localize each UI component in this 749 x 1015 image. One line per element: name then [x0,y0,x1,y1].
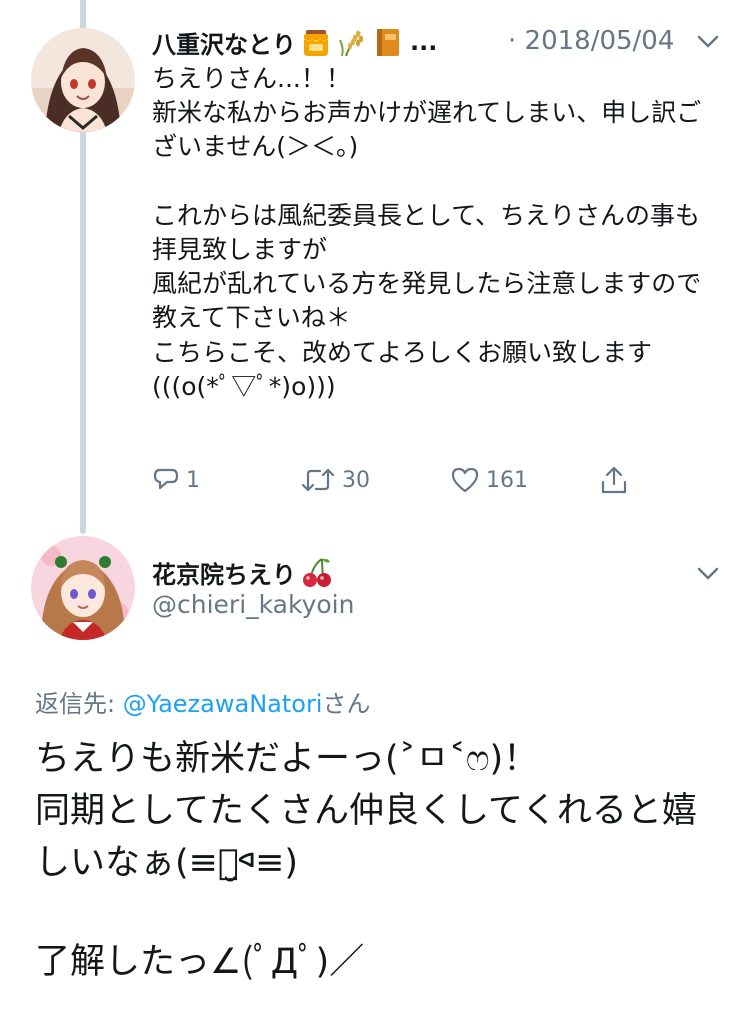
tweet2-author-row[interactable]: 花京院ちえり [152,555,334,589]
reply-count: 1 [186,467,200,493]
reply-button[interactable]: 1 [152,462,200,498]
tweet2-display-name[interactable]: 花京院ちえり [152,555,296,590]
reply-to-label: 返信先: [35,690,123,718]
avatar-illustration [31,536,135,640]
tweet1-text: ちえりさん...！！ 新米な私からお声かけが遅れてしまい、申し訳ございません(＞… [152,64,702,401]
reply-icon [153,468,179,490]
reply-to-line: 返信先: @YaezawaNatoriさん [35,684,370,719]
tweet2-handle[interactable]: @chieri_kakyoin [152,590,354,619]
tweet1-display-name[interactable]: 八重沢なとり [152,25,296,60]
avatar-chieri-kakyoin[interactable] [31,536,135,640]
name-truncation-ellipsis: ... [410,28,438,56]
rice-plant-icon [336,26,368,58]
retweet-button[interactable]: 30 [300,462,370,498]
heart-icon [451,467,479,493]
book-icon [372,26,404,58]
avatar-yaezawa-natori[interactable] [31,28,135,132]
cherries-icon [300,556,334,588]
tweet1-author-row[interactable]: 八重沢なとり ... [152,25,437,59]
tweet1-chevron-down-icon[interactable] [697,35,719,49]
tweet2-text-continued: 了解したっ∠(ﾟДﾟ)／ [35,942,365,982]
reply-to-suffix: さん [322,690,371,718]
tweet2-text: ちえりも新米だよーっ(˃ㅁ˂ෆ)！ 同期としてたくさん仲良くしてくれると嬉しいな… [35,739,697,883]
share-icon [601,466,627,494]
share-button[interactable] [598,462,630,498]
tweet1-timestamp[interactable]: · 2018/05/04 [508,26,674,56]
like-button[interactable]: 161 [450,462,528,498]
retweet-icon [301,468,335,492]
reply-to-mention-link[interactable]: @YaezawaNatori [123,690,323,718]
retweet-count: 30 [342,467,370,493]
tweet2-chevron-down-icon[interactable] [697,567,719,581]
avatar-illustration [31,28,135,132]
like-count: 161 [486,467,528,493]
honey-pot-icon [300,26,332,58]
